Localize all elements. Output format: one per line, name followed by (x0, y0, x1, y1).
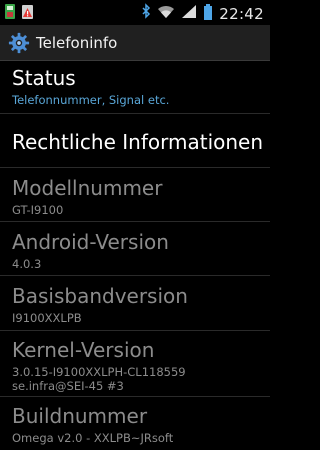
divider (0, 167, 270, 168)
list-item-title: Basisbandversion (12, 284, 188, 308)
list-item-title: Kernel-Version (12, 338, 155, 362)
list-item-title: Modellnummer (12, 176, 163, 200)
list-item-model-number: Modellnummer GT-I9100 (12, 176, 267, 217)
list-item-title: Rechtliche Informationen (12, 130, 264, 154)
list-item-title: Buildnummer (12, 404, 148, 428)
status-bar: 22:42 (0, 0, 270, 25)
status-bar-notifications (3, 3, 35, 25)
bluetooth-icon (141, 3, 151, 25)
page-title: Telefoninfo (36, 33, 118, 52)
clock-time: 22:42 (219, 5, 264, 23)
notification-warning-icon[interactable] (21, 3, 35, 25)
divider (0, 396, 270, 397)
divider (0, 221, 270, 222)
list-item-summary: I9100XXLPB (12, 311, 82, 325)
list-item-build-number: Buildnummer Omega v2.0 - XXLPB~JRsoft (12, 404, 267, 445)
list-item-summary-line: se.infra@SEI-45 #3 (12, 379, 124, 393)
signal-icon (181, 3, 197, 25)
list-item-summary: GT-I9100 (12, 203, 64, 217)
list-item-summary: 4.0.3 (12, 257, 42, 271)
list-item-android-version: Android-Version 4.0.3 (12, 230, 267, 271)
list-item-status[interactable]: Status Telefonnummer, Signal etc. (12, 66, 267, 107)
divider (0, 113, 270, 114)
list-item-summary: Omega v2.0 - XXLPB~JRsoft (12, 431, 174, 445)
divider (0, 330, 270, 331)
action-bar: Telefoninfo (0, 25, 270, 61)
divider (0, 275, 270, 276)
list-item-summary-line: 3.0.15-I9100XXLPH-CL118559 (12, 365, 186, 379)
status-bar-system-icons: 22:42 (141, 3, 264, 25)
battery-icon (203, 3, 213, 25)
list-item-baseband-version: Basisbandversion I9100XXLPB (12, 284, 267, 325)
list-item-legal-info[interactable]: Rechtliche Informationen (12, 130, 267, 154)
list-item-title: Status (12, 66, 76, 90)
list-item-summary: Telefonnummer, Signal etc. (12, 93, 170, 107)
gear-icon[interactable] (8, 32, 30, 54)
notification-app-icon[interactable] (3, 3, 17, 25)
list-item-title: Android-Version (12, 230, 169, 254)
list-item-kernel-version: Kernel-Version 3.0.15-I9100XXLPH-CL11855… (12, 338, 267, 393)
wifi-icon (157, 3, 175, 25)
